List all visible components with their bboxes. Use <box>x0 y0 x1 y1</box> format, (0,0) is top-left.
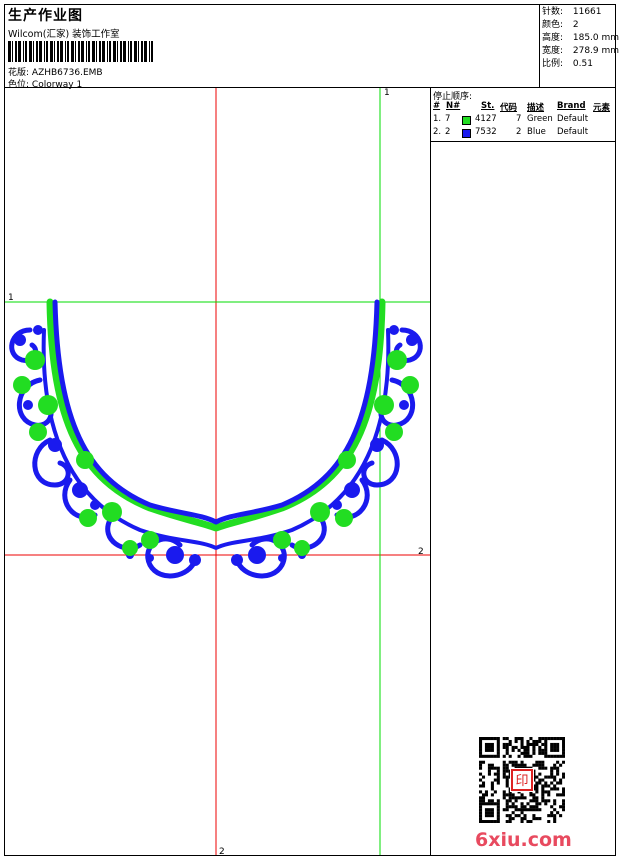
color-swatch-blue <box>462 129 471 138</box>
guide-label-green-top: 1 <box>384 88 390 98</box>
stat-width: 宽度: 278.9 mm <box>542 46 620 56</box>
design-stats: 针数: 11661 颜色: 2 高度: 185.0 mm 宽度: 278.9 m… <box>542 6 619 71</box>
col-element: 元素 <box>593 103 611 113</box>
guide-label-red-right: 2 <box>418 547 424 557</box>
page-title: 生产作业图 <box>8 8 83 24</box>
header-info: 生产作业图 Wilcom(汇家) 装饰工作室 花版: AZHB6736.EMB … <box>5 5 539 90</box>
guide-label-green-left: 1 <box>8 293 14 303</box>
svg-text:印: 印 <box>515 774 528 789</box>
watermark-text: 6xiu.com <box>475 829 572 851</box>
color-swatch-green <box>462 116 471 125</box>
stat-colors: 颜色: 2 <box>542 20 579 30</box>
stop-table-rule <box>430 141 616 142</box>
col-code: 代码 <box>500 103 518 113</box>
col-hash: # <box>433 101 441 111</box>
col-brand: Brand <box>557 101 586 111</box>
col-st: St. <box>481 101 495 111</box>
panel-divider <box>430 87 431 856</box>
stat-stitches: 针数: 11661 <box>542 7 602 17</box>
col-desc: 描述 <box>527 103 545 113</box>
guide-label-red-bottom: 2 <box>219 847 225 855</box>
stat-scale: 比例: 0.51 <box>542 59 593 69</box>
col-needle: N# <box>446 101 461 111</box>
qr-code: 印 <box>479 737 565 823</box>
studio-name: Wilcom(汇家) 装饰工作室 <box>8 29 120 40</box>
header-divider <box>539 4 540 88</box>
barcode <box>8 41 153 62</box>
design-canvas: 1 1 2 2 <box>5 88 430 855</box>
stat-height: 高度: 185.0 mm <box>542 33 620 43</box>
